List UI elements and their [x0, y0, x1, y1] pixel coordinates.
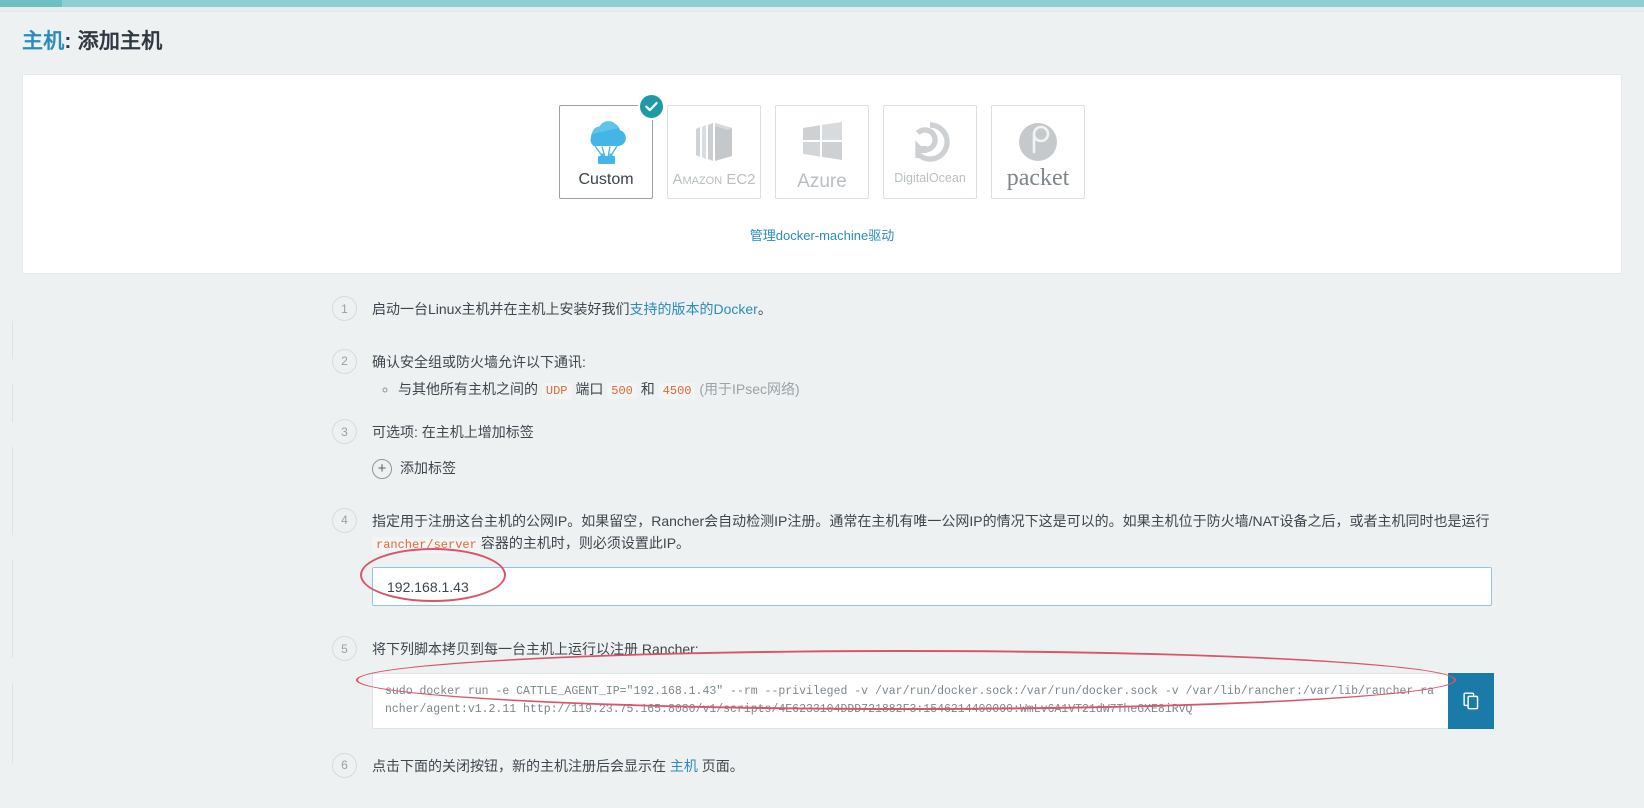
step-number-3: 3: [332, 419, 357, 445]
driver-label-amazon-ec2: Amazon EC2: [672, 171, 756, 188]
step-4-description: 指定用于注册这台主机的公网IP。如果留空，Rancher会自动检测IP注册。通常…: [372, 511, 1497, 554]
plus-icon: +: [372, 458, 392, 479]
code-port-500: 500: [607, 383, 637, 400]
code-udp: UDP: [541, 383, 572, 400]
digitalocean-icon: [908, 114, 952, 170]
driver-card-digitalocean[interactable]: DigitalOcean: [883, 105, 977, 199]
step-1-body: 启动一台Linux主机并在主机上安装好我们支持的版本的Docker。: [372, 296, 772, 321]
step-3: 3 可选项: 在主机上增加标签 + 添加标签: [332, 419, 1644, 480]
driver-card-custom[interactable]: Custom: [559, 93, 665, 199]
step-6-body: 点击下面的关闭按钮，新的主机注册后会显示在 主机 页面。: [372, 753, 744, 778]
hosts-page-link[interactable]: 主机: [670, 758, 698, 774]
step-5-title: 将下列脚本拷贝到每一台主机上运行以注册 Rancher:: [372, 641, 699, 658]
step-number-2: 2: [332, 348, 357, 374]
step-4-line1: 指定用于注册这台主机的公网IP。如果留空，Rancher会自动检测IP注册。通常…: [372, 512, 1490, 529]
step-1-text-pre: 启动一台Linux主机并在主机上安装好我们: [372, 301, 630, 317]
code-port-4500: 4500: [658, 383, 696, 400]
step-2-body: 确认安全组或防火墙允许以下通讯: 与其他所有主机之间的 UDP 端口 500 和…: [372, 349, 800, 402]
step-6-post: 页面。: [697, 757, 744, 774]
step-2-note: (用于IPsec网络): [699, 381, 800, 398]
check-icon: [638, 93, 665, 120]
driver-label-custom: Custom: [578, 171, 634, 188]
step-2-title: 确认安全组或防火墙允许以下通讯:: [372, 353, 586, 370]
step-5: 5 将下列脚本拷贝到每一台主机上运行以注册 Rancher: sudo dock…: [332, 636, 1644, 729]
add-label-text: 添加标签: [400, 459, 456, 476]
cloud-parachute-icon: [579, 114, 633, 170]
driver-card-azure[interactable]: Azure: [775, 105, 869, 199]
step-6-pre: 点击下面的关闭按钮，新的主机注册后会显示在: [372, 757, 670, 774]
step-2-bullet-pre: 与其他所有主机之间的: [398, 381, 538, 398]
windows-icon: [797, 114, 847, 170]
packet-p-icon: [1016, 114, 1060, 170]
step-4: 4 指定用于注册这台主机的公网IP。如果留空，Rancher会自动检测IP注册。…: [332, 507, 1644, 607]
step-connector-2: [12, 384, 13, 422]
step-number-5: 5: [332, 636, 357, 662]
driver-selection-card: Custom Amazon EC2 Azure DigitalOcean pac…: [22, 74, 1622, 274]
step-6: 6 点击下面的关闭按钮，新的主机注册后会显示在 主机 页面。: [332, 752, 1644, 778]
step-number-1: 1: [332, 296, 357, 321]
step-2-and: 和: [640, 381, 655, 398]
step-1-text-post: 。: [757, 301, 772, 317]
step-connector-5: [12, 683, 13, 763]
step-2-bullet-udp: 与其他所有主机之间的 UDP 端口 500 和 4500 (用于IPsec网络): [398, 378, 800, 402]
copy-icon[interactable]: [1448, 672, 1494, 729]
step-4-line2: 容器的主机时，则必须设置此IP。: [480, 534, 691, 551]
top-accent-bar: [0, 0, 1644, 7]
step-connector-4: [12, 560, 13, 658]
step-connector-3: [12, 447, 13, 535]
page-title: 主机: 添加主机: [22, 25, 162, 55]
step-1: 1 启动一台Linux主机并在主机上安装好我们支持的版本的Docker。: [332, 296, 1644, 321]
aws-cube-icon: [688, 114, 740, 170]
step-2-mid: 端口: [575, 381, 604, 398]
script-row: sudo docker run -e CATTLE_AGENT_IP="192.…: [372, 672, 1494, 729]
registration-command-text[interactable]: sudo docker run -e CATTLE_AGENT_IP="192.…: [372, 672, 1448, 729]
step-5-body: 将下列脚本拷贝到每一台主机上运行以注册 Rancher: sudo docker…: [372, 636, 1494, 729]
supported-docker-versions-link[interactable]: 支持的版本的Docker: [629, 301, 757, 317]
driver-label-azure: Azure: [797, 171, 847, 192]
public-ip-input[interactable]: [372, 567, 1492, 607]
step-number-6: 6: [332, 752, 357, 778]
driver-card-amazon-ec2[interactable]: Amazon EC2: [667, 105, 761, 199]
step-2-bullet-list: 与其他所有主机之间的 UDP 端口 500 和 4500 (用于IPsec网络): [372, 378, 800, 402]
step-4-body: 指定用于注册这台主机的公网IP。如果留空，Rancher会自动检测IP注册。通常…: [372, 508, 1497, 607]
setup-steps: 1 启动一台Linux主机并在主机上安装好我们支持的版本的Docker。 2 确…: [0, 296, 1644, 778]
step-3-title: 可选项: 在主机上增加标签: [372, 424, 534, 441]
code-rancher-server: rancher/server: [372, 536, 481, 553]
driver-card-packet[interactable]: packet: [991, 105, 1085, 199]
step-2: 2 确认安全组或防火墙允许以下通讯: 与其他所有主机之间的 UDP 端口 500…: [332, 348, 1644, 402]
page-title-rest: : 添加主机: [64, 30, 163, 53]
driver-label-packet: packet: [1006, 165, 1070, 191]
manage-docker-machine-drivers-link[interactable]: 管理docker-machine驱动: [23, 225, 1621, 244]
top-accent-bar-left-segment: [0, 0, 62, 7]
add-label-button[interactable]: + 添加标签: [372, 458, 456, 480]
driver-list: Custom Amazon EC2 Azure DigitalOcean pac…: [23, 93, 1621, 199]
step-connector-1: [12, 321, 13, 359]
page-title-link[interactable]: 主机: [22, 30, 64, 53]
step-3-body: 可选项: 在主机上增加标签 + 添加标签: [372, 419, 534, 480]
step-number-4: 4: [332, 507, 357, 533]
driver-label-digitalocean: DigitalOcean: [894, 171, 966, 185]
page-header: 主机: 添加主机: [0, 12, 1644, 68]
